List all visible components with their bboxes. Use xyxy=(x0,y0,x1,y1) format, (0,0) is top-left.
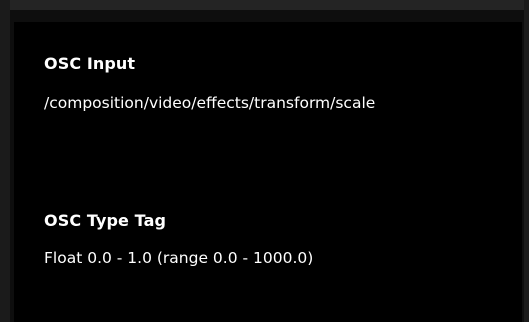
osc-type-tag-label: OSC Type Tag xyxy=(44,211,167,230)
osc-type-tag-value: Float 0.0 - 1.0 (range 0.0 - 1000.0) xyxy=(44,249,314,267)
osc-input-address: /composition/video/effects/transform/sca… xyxy=(44,94,376,112)
window-left-edge xyxy=(0,0,10,322)
window-top-strip xyxy=(0,0,529,10)
osc-info-window: OSC Input /composition/video/effects/tra… xyxy=(0,0,529,322)
window-right-edge xyxy=(524,0,529,322)
osc-input-label: OSC Input xyxy=(44,54,136,73)
